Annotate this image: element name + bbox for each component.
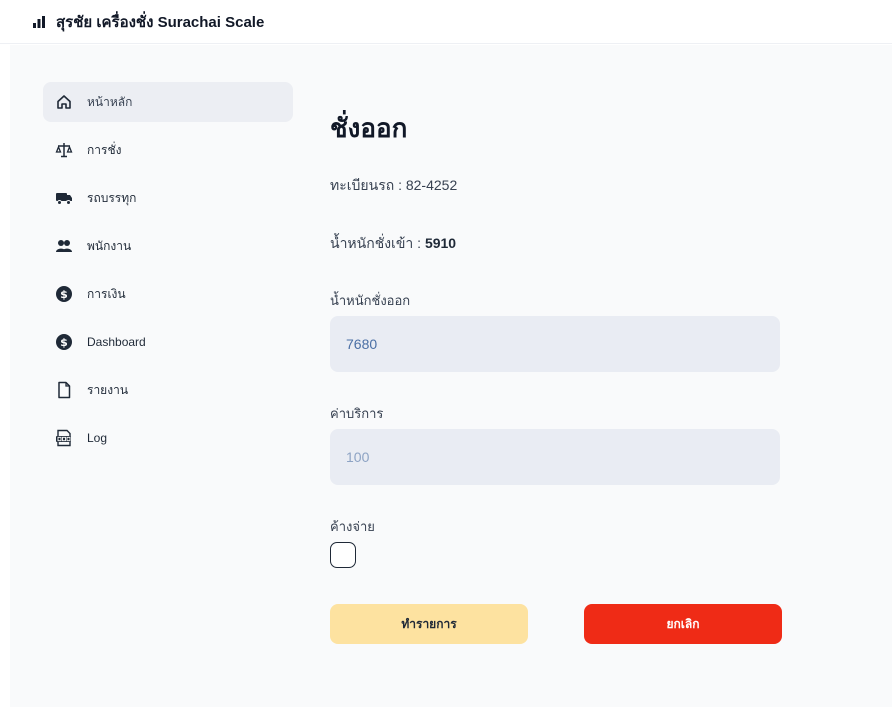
sidebar-item-dashboard[interactable]: $ Dashboard — [43, 322, 293, 362]
file-icon — [55, 381, 73, 399]
svg-text:$: $ — [60, 288, 68, 301]
unpaid-label: ค้างจ่าย — [330, 519, 375, 534]
dollar-icon: $ — [55, 333, 73, 351]
sidebar-item-trucks[interactable]: รถบรรทุก — [43, 178, 293, 218]
weight-in-label: น้ำหนักชั่งเข้า : — [330, 235, 425, 251]
app-title: สุรชัย เครื่องชั่ง Surachai Scale — [56, 13, 265, 31]
page-title: ชั่งออก — [330, 113, 408, 143]
sidebar-item-label: Dashboard — [87, 335, 146, 349]
sidebar-item-staff[interactable]: พนักงาน — [43, 226, 293, 266]
sidebar-item-weighing[interactable]: การชั่ง — [43, 130, 293, 170]
sidebar-item-finance[interactable]: $ การเงิน — [43, 274, 293, 314]
weight-out-label: น้ำหนักชั่งออก — [330, 293, 411, 308]
top-bar: สุรชัย เครื่องชั่ง Surachai Scale — [0, 0, 892, 44]
unpaid-checkbox[interactable] — [330, 542, 356, 568]
service-fee-label: ค่าบริการ — [330, 406, 384, 421]
sidebar-item-label: การชั่ง — [87, 142, 122, 157]
sidebar-item-label: Log — [87, 431, 108, 445]
sidebar-item-label: รถบรรทุก — [87, 190, 137, 205]
confirm-button[interactable]: ทำรายการ — [330, 604, 528, 644]
svg-text:$: $ — [60, 336, 68, 349]
sidebar-item-label: หน้าหลัก — [87, 94, 133, 109]
service-fee-input[interactable] — [330, 429, 780, 485]
dollar-icon: $ — [55, 285, 73, 303]
sidebar: หน้าหลัก การชั่ง รถบรรทุก พนักงาน $ การเ… — [43, 82, 293, 466]
sidebar-item-label: รายงาน — [87, 382, 129, 397]
users-icon — [55, 237, 73, 255]
sidebar-item-log[interactable]: Log — [43, 418, 293, 458]
home-icon — [55, 93, 73, 111]
sidebar-item-reports[interactable]: รายงาน — [43, 370, 293, 410]
license-plate-text: ทะเบียนรถ : 82-4252 — [330, 177, 458, 193]
sidebar-item-label: การเงิน — [87, 286, 126, 301]
sidebar-item-label: พนักงาน — [87, 238, 132, 253]
content-panel: หน้าหลัก การชั่ง รถบรรทุก พนักงาน $ การเ… — [10, 45, 892, 707]
signal-bars-icon — [32, 15, 46, 29]
truck-icon — [55, 189, 73, 207]
log-file-icon — [55, 429, 73, 447]
weight-out-input[interactable] — [330, 316, 780, 372]
weight-in-value: 5910 — [424, 235, 457, 251]
weight-in-line: น้ำหนักชั่งเข้า : 5910 — [330, 233, 456, 255]
cancel-button[interactable]: ยกเลิก — [584, 604, 782, 644]
scale-icon — [55, 141, 73, 159]
sidebar-item-home[interactable]: หน้าหลัก — [43, 82, 293, 122]
